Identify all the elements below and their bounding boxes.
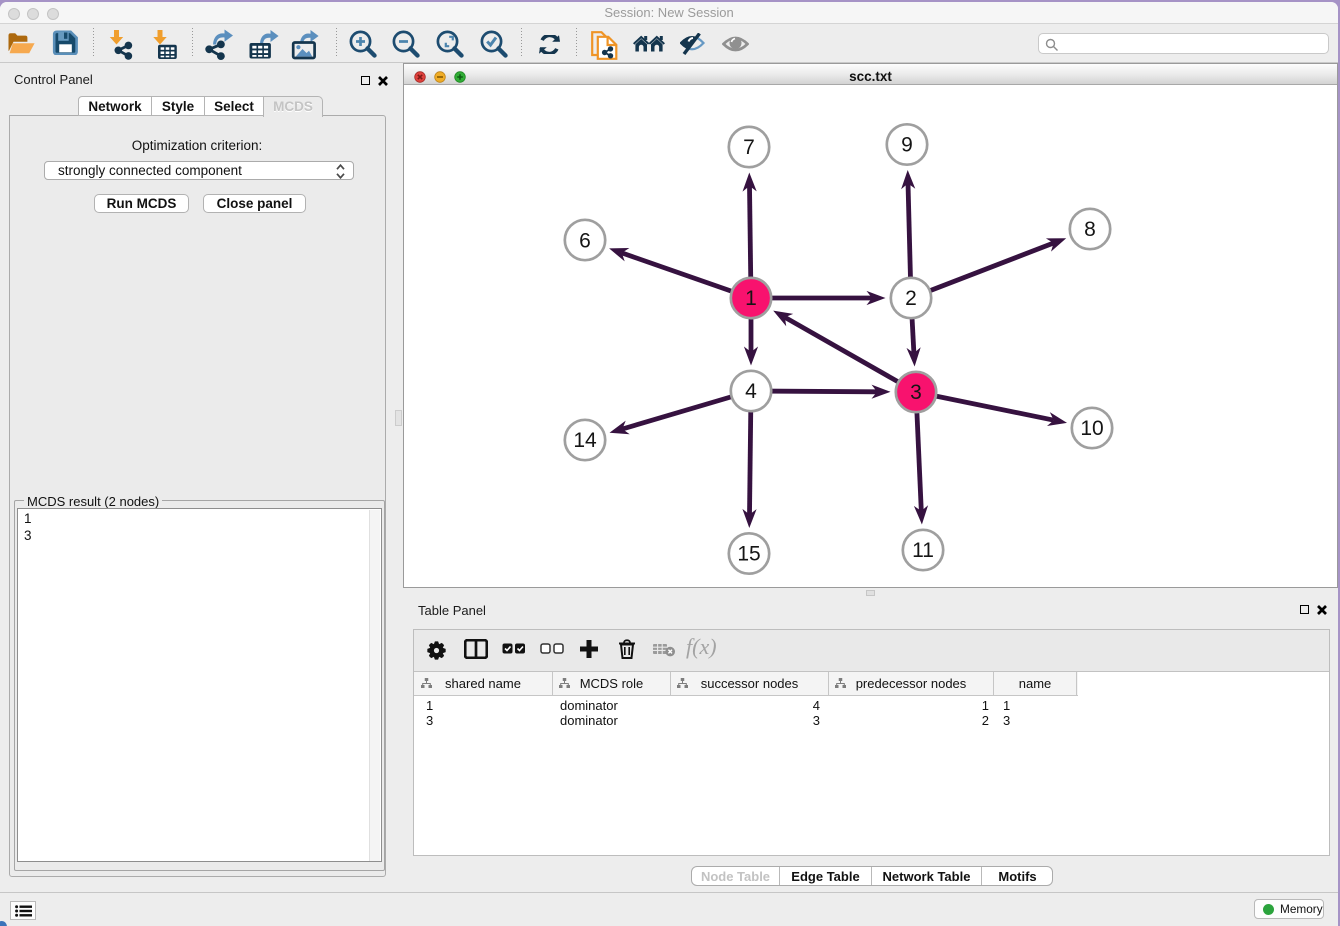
svg-text:15: 15 [737,543,760,566]
svg-text:1: 1 [745,287,757,310]
svg-text:6: 6 [579,230,591,253]
svg-text:10: 10 [1080,417,1103,440]
svg-text:8: 8 [1084,218,1096,241]
svg-text:14: 14 [573,429,597,452]
svg-text:3: 3 [910,381,922,404]
svg-text:9: 9 [901,134,913,157]
svg-text:4: 4 [745,380,757,403]
svg-text:11: 11 [912,539,934,562]
svg-text:2: 2 [905,287,917,310]
svg-text:7: 7 [743,136,755,159]
